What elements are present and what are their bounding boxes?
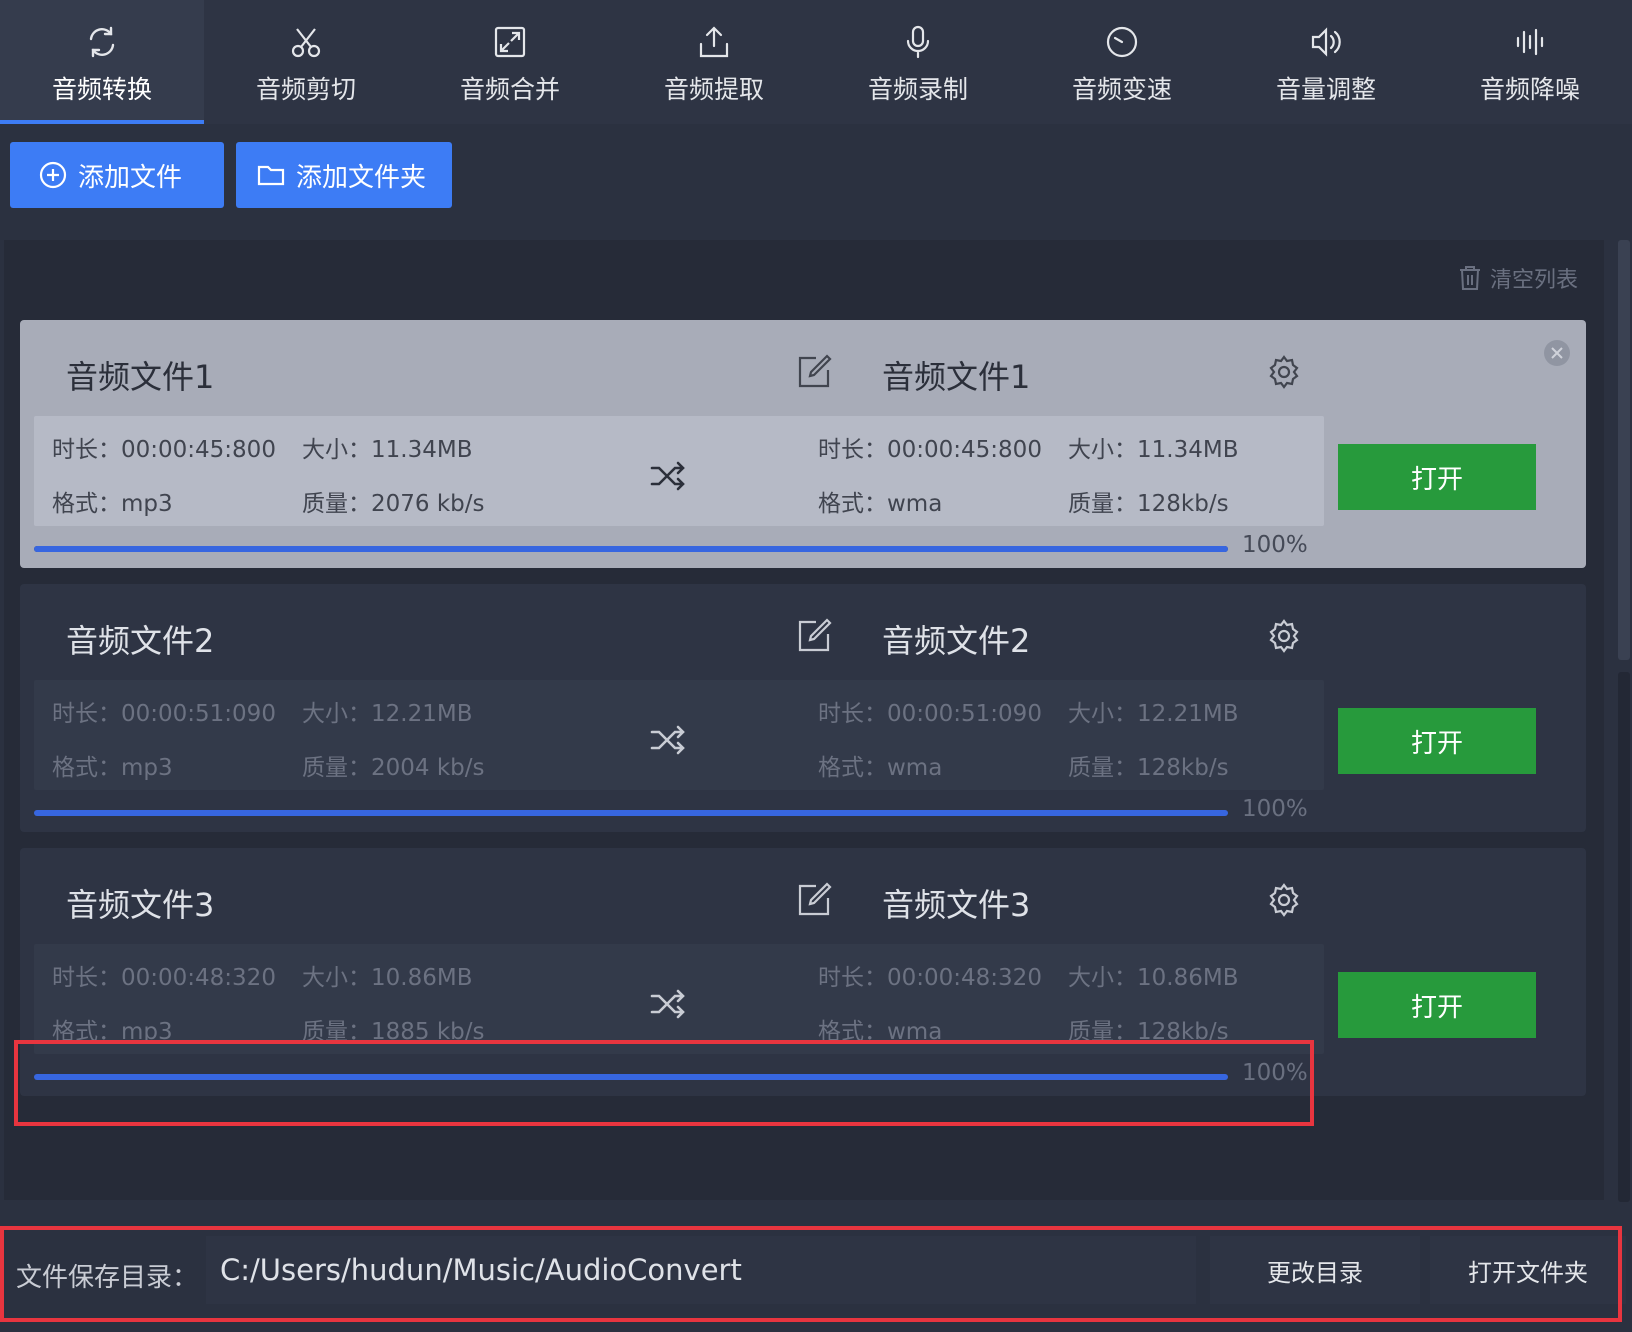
- source-duration: 时长：00:00:45:800: [52, 437, 276, 463]
- target-format: 格式：wma: [818, 755, 943, 781]
- progress-percent: 100%: [1242, 796, 1308, 822]
- save-directory-label: 文件保存目录：: [16, 1263, 199, 1293]
- edit-icon[interactable]: [796, 354, 832, 390]
- target-file-name: 音频文件3: [882, 886, 1031, 924]
- target-format: 格式：wma: [818, 1019, 943, 1045]
- tab-audio-cut[interactable]: 音频剪切: [204, 0, 408, 124]
- gear-icon[interactable]: [1266, 618, 1302, 654]
- tab-label: 音频合并: [459, 75, 560, 104]
- target-duration: 时长：00:00:45:800: [818, 437, 1042, 463]
- progress-bar: [34, 546, 1228, 552]
- tab-label: 音频降噪: [1479, 75, 1580, 104]
- edit-icon[interactable]: [796, 618, 832, 654]
- target-quality: 质量：128kb/s: [1068, 755, 1229, 781]
- speed-icon: [1102, 22, 1142, 62]
- progress-fill: [34, 546, 1228, 552]
- progress-fill: [34, 1074, 1228, 1080]
- scissors-icon: [286, 22, 326, 62]
- target-quality: 质量：128kb/s: [1068, 491, 1229, 517]
- target-quality: 质量：128kb/s: [1068, 1019, 1229, 1045]
- tab-audio-speed[interactable]: 音频变速: [1020, 0, 1224, 124]
- file-card[interactable]: 音频文件3 音频文件3 时长：00:00:48:320 大小：10.86MB 格…: [20, 848, 1586, 1096]
- source-format: 格式：mp3: [52, 491, 173, 517]
- progress-percent: 100%: [1242, 532, 1308, 558]
- close-icon[interactable]: [1542, 338, 1572, 368]
- source-file-name: 音频文件1: [66, 358, 215, 396]
- microphone-icon: [898, 22, 938, 62]
- target-size: 大小：11.34MB: [1068, 437, 1239, 463]
- folder-icon: [257, 165, 285, 186]
- tab-audio-denoise[interactable]: 音频降噪: [1428, 0, 1632, 124]
- target-file-name: 音频文件2: [882, 622, 1031, 660]
- tab-label: 音频转换: [51, 75, 152, 104]
- source-quality: 质量：2076 kb/s: [302, 491, 485, 517]
- tab-audio-extract[interactable]: 音频提取: [612, 0, 816, 124]
- shuffle-icon: [650, 725, 685, 755]
- refresh-icon: [82, 22, 122, 62]
- file-card[interactable]: 音频文件1 音频文件1 时长：00:00:45:800 大小：11.34MB 格…: [20, 320, 1586, 568]
- source-quality: 质量：1885 kb/s: [302, 1019, 485, 1045]
- target-duration: 时长：00:00:51:090: [818, 701, 1042, 727]
- tab-audio-merge[interactable]: 音频合并: [408, 0, 612, 124]
- open-button[interactable]: 打开: [1338, 708, 1536, 774]
- progress-fill: [34, 810, 1228, 816]
- tab-audio-convert[interactable]: 音频转换: [0, 0, 204, 124]
- clear-list-button[interactable]: 清空列表: [1458, 262, 1578, 294]
- source-format: 格式：mp3: [52, 755, 173, 781]
- source-duration: 时长：00:00:48:320: [52, 965, 276, 991]
- volume-icon: [1306, 22, 1346, 62]
- list-scrollbar-track: [1618, 672, 1630, 1202]
- merge-icon: [490, 22, 530, 62]
- open-folder-button[interactable]: 打开文件夹: [1430, 1236, 1626, 1304]
- extract-icon: [694, 22, 734, 62]
- target-size: 大小：12.21MB: [1068, 701, 1239, 727]
- shuffle-icon: [650, 461, 685, 491]
- add-folder-label: 添加文件夹: [296, 162, 427, 193]
- source-format: 格式：mp3: [52, 1019, 173, 1045]
- tab-label: 音频剪切: [255, 75, 356, 104]
- progress-bar: [34, 1074, 1228, 1080]
- tab-audio-record[interactable]: 音频录制: [816, 0, 1020, 124]
- edit-icon[interactable]: [796, 882, 832, 918]
- source-duration: 时长：00:00:51:090: [52, 701, 276, 727]
- file-card[interactable]: 音频文件2 音频文件2 时长：00:00:51:090 大小：12.21MB 格…: [20, 584, 1586, 832]
- waveform-icon: [1510, 22, 1550, 62]
- target-file-name: 音频文件1: [882, 358, 1031, 396]
- save-directory-path-field[interactable]: [206, 1236, 1196, 1304]
- gear-icon[interactable]: [1266, 882, 1302, 918]
- source-size: 大小：11.34MB: [302, 437, 473, 463]
- clear-list-label: 清空列表: [1490, 268, 1579, 293]
- target-duration: 时长：00:00:48:320: [818, 965, 1042, 991]
- progress-percent: 100%: [1242, 1060, 1308, 1086]
- progress-bar: [34, 810, 1228, 816]
- tab-label: 音频提取: [663, 75, 764, 104]
- tab-volume-adjust[interactable]: 音量调整: [1224, 0, 1428, 124]
- trash-icon: [1460, 266, 1480, 290]
- plus-circle-icon: [39, 161, 67, 189]
- open-button[interactable]: 打开: [1338, 972, 1536, 1038]
- source-size: 大小：12.21MB: [302, 701, 473, 727]
- add-file-label: 添加文件: [78, 162, 183, 193]
- list-scrollbar[interactable]: [1618, 240, 1630, 660]
- source-quality: 质量：2004 kb/s: [302, 755, 485, 781]
- open-button[interactable]: 打开: [1338, 444, 1536, 510]
- gear-icon[interactable]: [1266, 354, 1302, 390]
- source-file-name: 音频文件2: [66, 622, 215, 660]
- target-format: 格式：wma: [818, 491, 943, 517]
- tab-label: 音量调整: [1275, 75, 1376, 104]
- add-folder-button[interactable]: 添加文件夹: [236, 142, 452, 208]
- source-file-name: 音频文件3: [66, 886, 215, 924]
- top-tab-bar: 音频转换 音频剪切 音频合并 音频提取 音频录制 音频变速 音量调整 音频降噪: [0, 0, 1632, 124]
- change-directory-button[interactable]: 更改目录: [1210, 1236, 1420, 1304]
- source-size: 大小：10.86MB: [302, 965, 473, 991]
- add-file-button[interactable]: 添加文件: [10, 142, 224, 208]
- target-size: 大小：10.86MB: [1068, 965, 1239, 991]
- tab-label: 音频变速: [1071, 75, 1172, 104]
- tab-label: 音频录制: [867, 75, 968, 104]
- shuffle-icon: [650, 989, 685, 1019]
